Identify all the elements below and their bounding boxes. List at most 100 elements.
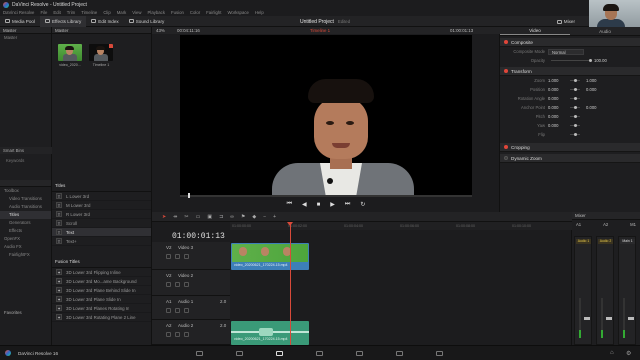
enable-icon[interactable] — [504, 69, 508, 73]
edit-page-icon[interactable] — [276, 351, 283, 356]
transform-prop-y[interactable]: 0.000 — [586, 87, 596, 92]
lock-icon[interactable] — [166, 332, 171, 337]
menu-item[interactable]: Color — [190, 10, 200, 15]
favorites-header[interactable]: Favorites — [4, 310, 22, 315]
menu-item[interactable]: Trim — [67, 10, 75, 15]
transform-prop-slider[interactable] — [570, 124, 580, 127]
toolbox-item[interactable]: FairlightFX — [0, 251, 51, 259]
trim-tool-icon[interactable]: ⇹ — [173, 214, 177, 220]
opacity-knob[interactable] — [589, 59, 592, 62]
enable-icon[interactable] — [504, 145, 508, 149]
transform-prop-slider[interactable] — [570, 88, 580, 91]
dynamic-zoom-section-header[interactable]: Dynamic Zoom — [500, 154, 640, 163]
blade-tool-icon[interactable]: ✂ — [184, 214, 188, 220]
media-pool-button[interactable]: Media Pool — [0, 16, 40, 27]
title-item[interactable]: T Scroll — [52, 219, 151, 228]
enable-track-icon[interactable] — [184, 282, 189, 287]
smart-bin-keywords[interactable]: Keywords — [6, 158, 24, 163]
slider-knob[interactable] — [574, 106, 577, 109]
fusion-title-item[interactable]: ✦ 3D Lower 3rd Flipping Inline — [52, 268, 151, 277]
settings-gear-icon[interactable]: ⚙ — [626, 350, 631, 357]
slider-knob[interactable] — [574, 124, 577, 127]
deliver-page-icon[interactable] — [436, 351, 443, 356]
toolbox-item[interactable]: Effects — [0, 227, 51, 235]
transform-prop-x[interactable]: 0.000 — [548, 87, 568, 92]
slider-knob[interactable] — [574, 79, 577, 82]
solo-icon[interactable] — [175, 332, 180, 337]
slider-knob[interactable] — [574, 115, 577, 118]
sound-library-button[interactable]: Sound Library — [124, 16, 170, 27]
menu-item[interactable]: Mark — [117, 10, 127, 15]
auto-select-icon[interactable] — [175, 282, 180, 287]
slider-knob[interactable] — [574, 133, 577, 136]
transform-prop-slider[interactable] — [570, 115, 580, 118]
transform-prop-x[interactable]: 1.000 — [548, 78, 568, 83]
mixer-button[interactable]: Mixer — [552, 16, 580, 27]
fusion-page-icon[interactable] — [316, 351, 323, 356]
flag-icon[interactable]: ⚑ — [241, 214, 245, 220]
menu-item[interactable]: Edit — [53, 10, 60, 15]
track-header-v3[interactable]: V2 Video 3 — [152, 242, 230, 270]
clip-thumbnail[interactable] — [58, 44, 82, 61]
tab-video[interactable]: Video — [500, 27, 570, 35]
transform-prop-slider[interactable] — [570, 79, 580, 82]
title-item[interactable]: T M Lower 3rd — [52, 201, 151, 210]
zoom-in-icon[interactable]: + — [273, 214, 276, 220]
timeline-playhead[interactable] — [290, 222, 291, 345]
menu-item[interactable]: Fairlight — [206, 10, 221, 15]
title-item[interactable]: T Text+ — [52, 237, 151, 246]
toolbox-item[interactable]: Toolbox — [0, 187, 51, 195]
opacity-value[interactable]: 100.00 — [594, 58, 607, 63]
title-item[interactable]: T L Lower 3rd — [52, 192, 151, 201]
menu-item[interactable]: Workspace — [227, 10, 248, 15]
link-icon[interactable]: ∞ — [230, 214, 234, 220]
title-item[interactable]: T R Lower 3rd — [52, 210, 151, 219]
bin-master[interactable]: Master — [0, 34, 51, 42]
cut-page-icon[interactable] — [236, 351, 243, 356]
transform-prop-x[interactable]: 0.000 — [548, 123, 568, 128]
menu-item[interactable]: Timeline — [81, 10, 97, 15]
media-page-icon[interactable] — [196, 351, 203, 356]
timeline-thumbnail[interactable] — [89, 44, 113, 61]
menu-item[interactable]: Help — [255, 10, 264, 15]
home-icon[interactable]: ⌂ — [610, 350, 614, 356]
play-icon[interactable]: ▶ — [330, 201, 335, 208]
toolbox-item[interactable]: Audio FX — [0, 243, 51, 251]
jump-start-icon[interactable]: ⏮ — [287, 201, 292, 208]
transform-prop-x[interactable]: 0.000 — [548, 96, 568, 101]
zoom-out-icon[interactable]: − — [263, 214, 266, 220]
tab-audio[interactable]: Audio — [570, 27, 640, 35]
transform-prop-slider[interactable] — [570, 106, 580, 109]
title-item[interactable]: T Text — [52, 228, 151, 237]
toolbox-item[interactable]: Audio Transitions — [0, 203, 51, 211]
transform-prop-x[interactable]: 0.000 — [548, 105, 568, 110]
lock-icon[interactable] — [166, 282, 171, 287]
fairlight-page-icon[interactable] — [396, 351, 403, 356]
mute-icon[interactable] — [184, 332, 189, 337]
toolbox-item[interactable]: Generators — [0, 219, 51, 227]
transform-section-header[interactable]: Transform — [500, 67, 640, 76]
toolbox-item[interactable]: OpenFX — [0, 235, 51, 243]
color-page-icon[interactable] — [356, 351, 363, 356]
selection-tool-icon[interactable]: ➤ — [162, 214, 166, 220]
stop-icon[interactable]: ■ — [317, 202, 321, 208]
edit-index-button[interactable]: Edit Index — [86, 16, 123, 27]
menu-item[interactable]: Clip — [103, 10, 110, 15]
zoom-level[interactable]: 43% — [156, 28, 165, 33]
timeline-ruler[interactable]: 01:00:00:00 01:00:02:00 01:00:04:00 01:0… — [230, 222, 572, 230]
fusion-title-item[interactable]: ✦ 3D Lower 3rd Planes Rotating In — [52, 304, 151, 313]
transform-prop-slider[interactable] — [570, 97, 580, 100]
fusion-title-item[interactable]: ✦ 3D Lower 3rd Plane Slide In — [52, 295, 151, 304]
transform-prop-slider[interactable] — [570, 133, 580, 136]
enable-track-icon[interactable] — [184, 254, 189, 259]
enable-icon[interactable] — [504, 156, 508, 160]
video-clip[interactable]: video_20200621_170224.15.mp4 — [231, 243, 309, 270]
menu-item[interactable]: File — [40, 10, 47, 15]
auto-select-icon[interactable] — [175, 254, 180, 259]
marker-icon[interactable]: ◆ — [252, 214, 256, 220]
effects-library-button[interactable]: Effects Library — [39, 15, 87, 27]
loop-icon[interactable]: ↻ — [360, 201, 365, 208]
snapping-icon[interactable]: ⊐ — [219, 214, 223, 220]
insert-clip-icon[interactable]: ▭ — [196, 214, 201, 220]
volume-fader[interactable] — [628, 317, 634, 320]
